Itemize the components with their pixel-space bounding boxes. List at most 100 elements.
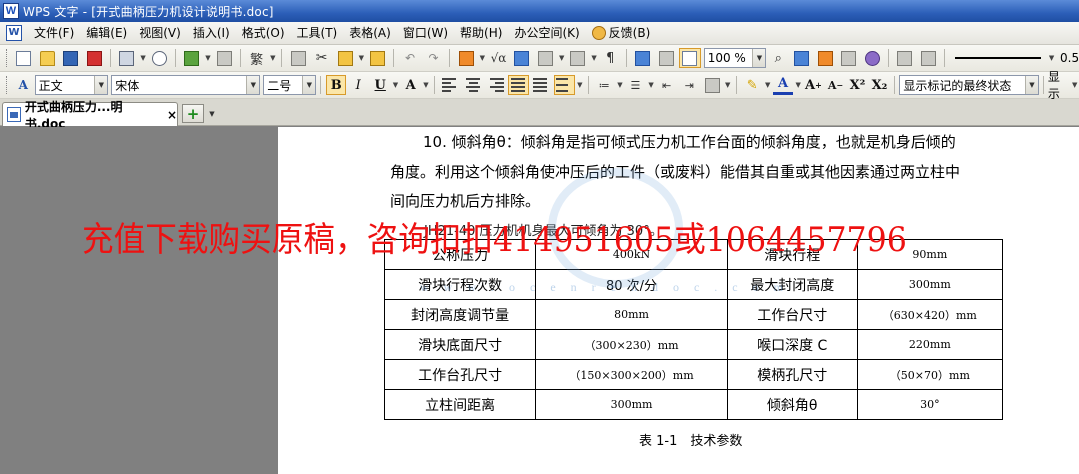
style-select[interactable]: 正文 ▼ bbox=[34, 75, 109, 95]
menu-tools[interactable]: 工具(T) bbox=[291, 22, 344, 45]
line-spacing-dropdown-arrow[interactable]: ▼ bbox=[576, 75, 584, 95]
bullets-dropdown-arrow[interactable]: ▼ bbox=[647, 75, 655, 95]
increase-indent-button[interactable]: ⇥ bbox=[679, 75, 700, 95]
menu-file[interactable]: 文件(F) bbox=[28, 22, 80, 45]
menu-insert[interactable]: 插入(I) bbox=[187, 22, 236, 45]
decrease-indent-button[interactable]: ⇤ bbox=[656, 75, 677, 95]
columns-dropdown-arrow[interactable]: ▼ bbox=[590, 48, 599, 68]
zoom-select[interactable]: 100 % ▼ bbox=[703, 48, 767, 68]
underline-button[interactable]: U bbox=[370, 75, 390, 95]
find-button[interactable]: ⌕ bbox=[767, 48, 789, 68]
italic-button[interactable]: I bbox=[348, 75, 368, 95]
text-box-button[interactable] bbox=[894, 48, 916, 68]
formula-button[interactable]: √α bbox=[488, 48, 510, 68]
menu-view[interactable]: 视图(V) bbox=[133, 22, 187, 45]
wps-menu-logo-icon[interactable]: W bbox=[6, 25, 22, 41]
document-page[interactable]: 10. 倾斜角θ：倾斜角是指可倾式压力机工作台面的倾斜角度，也就是机身后倾的 角… bbox=[278, 127, 1079, 474]
numbering-button[interactable]: ≔ bbox=[594, 75, 615, 95]
page-view-button[interactable] bbox=[679, 48, 701, 68]
subscript-button[interactable]: X₂ bbox=[869, 75, 889, 95]
new-doc-button[interactable] bbox=[13, 48, 35, 68]
traditional-chinese-button[interactable]: 繁 bbox=[246, 48, 268, 68]
undo-button[interactable]: ↶ bbox=[399, 48, 421, 68]
document-map-icon bbox=[635, 50, 651, 66]
document-tab[interactable]: 开式曲柄压力...明书.doc × bbox=[2, 100, 178, 131]
material-library-button[interactable] bbox=[815, 48, 837, 68]
font-size-select[interactable]: 二号 ▼ bbox=[263, 75, 317, 95]
align-center-button[interactable] bbox=[463, 75, 484, 95]
superscript-button[interactable]: X² bbox=[847, 75, 867, 95]
redo-button[interactable]: ↷ bbox=[423, 48, 445, 68]
line-style-select[interactable] bbox=[949, 48, 1047, 68]
distributed-button[interactable] bbox=[531, 75, 552, 95]
underline-dropdown-arrow[interactable]: ▼ bbox=[391, 75, 399, 95]
save-button[interactable] bbox=[60, 48, 82, 68]
char-shading-button[interactable]: A bbox=[401, 75, 421, 95]
layout-button[interactable] bbox=[213, 48, 235, 68]
new-tab-button[interactable]: + bbox=[182, 104, 204, 123]
menu-window[interactable]: 窗口(W) bbox=[397, 22, 454, 45]
menu-format[interactable]: 格式(O) bbox=[236, 22, 291, 45]
design-button[interactable] bbox=[791, 48, 813, 68]
copy-button[interactable] bbox=[287, 48, 309, 68]
borders-dropdown-arrow[interactable]: ▼ bbox=[723, 75, 731, 95]
table-dropdown-arrow[interactable]: ▼ bbox=[478, 48, 487, 68]
line-style-dropdown-arrow[interactable]: ▼ bbox=[1047, 48, 1056, 68]
mail-dropdown-arrow[interactable]: ▼ bbox=[204, 48, 213, 68]
show-markup-button[interactable]: 显示 bbox=[1048, 68, 1071, 102]
frame-dropdown-arrow[interactable]: ▼ bbox=[557, 48, 566, 68]
menu-office-space[interactable]: 办公空间(K) bbox=[508, 22, 585, 45]
format-painter-button[interactable] bbox=[367, 48, 389, 68]
close-icon[interactable]: × bbox=[167, 108, 177, 122]
reading-mode-button[interactable] bbox=[656, 48, 678, 68]
track-changes-state-select[interactable]: 显示标记的最终状态 ▼ bbox=[899, 75, 1039, 95]
bullets-button[interactable]: ☰ bbox=[625, 75, 646, 95]
template-button[interactable] bbox=[838, 48, 860, 68]
draw-button[interactable] bbox=[918, 48, 940, 68]
insert-table-button[interactable] bbox=[455, 48, 477, 68]
frame-button[interactable] bbox=[535, 48, 557, 68]
document-area[interactable]: 10. 倾斜角θ：倾斜角是指可倾式压力机工作台面的倾斜角度，也就是机身后倾的 角… bbox=[0, 127, 1079, 474]
hyperlink-button[interactable] bbox=[511, 48, 533, 68]
grow-font-button[interactable]: A + bbox=[803, 75, 823, 95]
print-dropdown-arrow[interactable]: ▼ bbox=[139, 48, 148, 68]
menu-feedback[interactable]: 反馈(B) bbox=[586, 22, 657, 45]
justify-button[interactable] bbox=[508, 75, 530, 95]
traditional-dropdown-arrow[interactable]: ▼ bbox=[268, 48, 277, 68]
menu-help[interactable]: 帮助(H) bbox=[454, 22, 508, 45]
open-button[interactable] bbox=[37, 48, 59, 68]
shrink-font-button[interactable]: A − bbox=[825, 75, 845, 95]
borders-button[interactable] bbox=[702, 75, 723, 95]
numbering-dropdown-arrow[interactable]: ▼ bbox=[616, 75, 624, 95]
font-color-button[interactable]: A bbox=[772, 75, 793, 95]
align-right-button[interactable] bbox=[485, 75, 506, 95]
paragraph-button[interactable]: ¶ bbox=[599, 48, 621, 68]
highlight-button[interactable]: ✎ bbox=[742, 75, 763, 95]
align-left-button[interactable] bbox=[440, 75, 461, 95]
font-select[interactable]: 宋体 ▼ bbox=[111, 75, 261, 95]
cut-button[interactable]: ✂ bbox=[311, 48, 333, 68]
paste-button[interactable] bbox=[334, 48, 356, 68]
paste-dropdown-arrow[interactable]: ▼ bbox=[357, 48, 366, 68]
toolbar-grip[interactable] bbox=[6, 49, 9, 67]
print-preview-button[interactable] bbox=[148, 48, 170, 68]
mail-button[interactable] bbox=[181, 48, 203, 68]
help-button[interactable] bbox=[862, 48, 884, 68]
styles-pane-button[interactable]: A bbox=[13, 75, 34, 95]
menu-table[interactable]: 表格(A) bbox=[343, 22, 397, 45]
columns-button[interactable] bbox=[567, 48, 589, 68]
font-color-dropdown-arrow[interactable]: ▼ bbox=[794, 75, 802, 95]
document-map-button[interactable] bbox=[632, 48, 654, 68]
toolbar-grip[interactable] bbox=[6, 76, 9, 94]
bold-button[interactable]: B bbox=[326, 75, 347, 95]
highlight-dropdown-arrow[interactable]: ▼ bbox=[764, 75, 772, 95]
line-spacing-button[interactable] bbox=[553, 75, 575, 95]
show-markup-dropdown-arrow[interactable]: ▼ bbox=[1071, 75, 1079, 95]
menu-edit[interactable]: 编辑(E) bbox=[80, 22, 133, 45]
line-weight-value[interactable]: 0.5 bbox=[1060, 51, 1079, 65]
export-pdf-button[interactable] bbox=[84, 48, 106, 68]
print-button[interactable] bbox=[116, 48, 138, 68]
new-tab-dropdown-arrow[interactable]: ▼ bbox=[206, 104, 218, 123]
new-doc-icon bbox=[16, 50, 32, 66]
char-shading-dropdown-arrow[interactable]: ▼ bbox=[422, 75, 430, 95]
